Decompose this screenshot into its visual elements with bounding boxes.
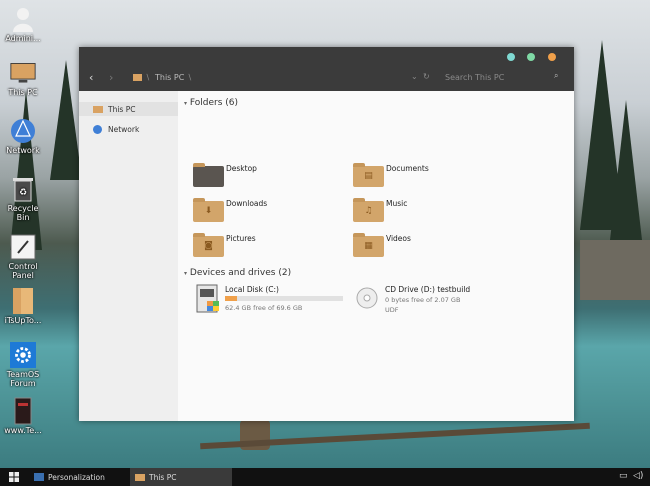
drive-label: CD Drive (D:) testbuild [385,285,471,294]
rock-cliff [580,240,650,300]
folders-section-header[interactable]: ▾ Folders (6) [184,98,238,108]
content-pane: ▾ Folders (6) Desktop ▤ Documents ⬇ Down… [178,91,574,421]
book-icon [10,397,36,425]
desktop-icon-network[interactable]: Network [0,118,46,155]
drive-filesystem: UDF [385,306,399,314]
desktop-icon-administrator[interactable]: Admini... [0,6,46,43]
desktop-icon-label: Recycle Bin [7,204,39,222]
chevron-down-icon: ▾ [184,100,188,107]
folder-label: Documents [386,164,429,173]
breadcrumb-separator-icon: ∖ [145,73,151,82]
desktop-icon-www[interactable]: www.Te... [0,397,46,435]
desktop-icon-label: Control Panel [8,262,38,280]
folder-videos[interactable]: ▦ Videos [353,233,513,259]
svg-text:♻: ♻ [19,188,27,198]
document-icon [10,288,36,314]
folder-desktop[interactable]: Desktop [193,163,353,189]
search-input[interactable]: Search This PC [445,73,504,82]
computer-icon [10,60,36,86]
nav-item-this-pc[interactable]: This PC [79,102,178,116]
window-titlebar[interactable] [79,47,574,66]
taskbar-item-label: Personalization [48,472,105,482]
volume-icon[interactable]: ◁) [633,471,643,481]
window-dot-icon[interactable] [507,53,515,61]
taskbar: Personalization This PC ▭ ◁) [0,468,650,486]
folder-downloads[interactable]: ⬇ Downloads [193,198,353,224]
download-arrow-icon: ⬇ [204,206,213,216]
hard-drive-icon [196,284,222,314]
network-icon [93,124,102,134]
nav-item-label: This PC [108,104,136,114]
back-arrow-icon[interactable]: ‹ [89,71,93,84]
folder-pictures[interactable]: ◙ Pictures [193,233,353,259]
folder-label: Downloads [226,199,268,208]
section-title: Folders (6) [189,98,239,108]
navigation-pane: This PC Network [79,91,178,421]
nav-item-label: Network [108,124,140,134]
desktop-icon-recycle-bin[interactable]: ♻ Recycle Bin [0,176,46,222]
drive-free-space: 0 bytes free of 2.07 GB [385,296,461,304]
taskbar-item-personalization[interactable]: Personalization [29,468,127,486]
folder-documents[interactable]: ▤ Documents [353,163,513,189]
breadcrumb[interactable]: This PC [155,73,184,82]
desktop-icon-itsupto[interactable]: iTsUpTo... [0,288,46,325]
start-button[interactable] [9,472,19,482]
control-panel-icon [10,234,36,260]
drive-label: Local Disk (C:) [225,285,279,294]
refresh-icon[interactable]: ↻ [423,72,430,81]
film-icon: ▦ [364,241,373,251]
camera-icon: ◙ [204,241,213,251]
desktop-icon-teamos-forum[interactable]: TeamOS Forum [0,342,46,388]
drive-usage-bar [225,296,343,301]
personalization-icon [34,473,44,481]
drive-local-disk[interactable]: Local Disk (C:) 62.4 GB free of 69.6 GB [196,284,356,318]
section-title: Devices and drives (2) [189,268,292,278]
taskbar-item-this-pc[interactable]: This PC [130,468,232,486]
document-glyph-icon: ▤ [364,171,373,181]
desktop-icon-label: www.Te... [4,426,42,435]
folder-label: Desktop [226,164,257,173]
taskbar-item-label: This PC [149,472,177,482]
drive-cd[interactable]: CD Drive (D:) testbuild 0 bytes free of … [356,284,516,324]
cd-drive-icon [356,287,378,309]
drives-section-header[interactable]: ▾ Devices and drives (2) [184,268,291,278]
computer-icon [135,473,145,481]
folder-label: Videos [386,234,411,243]
explorer-window: ‹ › ∖ This PC ∖ ⌄ ↻ Search This PC ⌕ Thi… [79,47,574,421]
close-icon[interactable] [548,53,556,61]
chevron-down-icon: ▾ [184,270,188,277]
desktop-icon-label: Network [6,146,40,155]
windows-logo-icon [9,472,19,482]
window-toolbar: ‹ › ∖ This PC ∖ ⌄ ↻ Search This PC ⌕ [79,66,574,91]
network-icon [10,118,36,144]
nav-item-network[interactable]: Network [79,122,178,136]
computer-icon [93,105,103,113]
desktop-icon-control-panel[interactable]: Control Panel [0,234,46,280]
desktop-icon-label: This PC [8,88,38,97]
desktop-icon-label: TeamOS Forum [6,370,40,388]
desktop-icon-label: Admini... [5,34,41,43]
drive-usage-fill [225,296,237,301]
gear-icon [10,342,36,368]
folder-music[interactable]: ♫ Music [353,198,513,224]
folder-label: Pictures [226,234,256,243]
music-note-icon: ♫ [364,206,373,216]
user-icon [10,6,36,32]
search-icon[interactable]: ⌕ [554,71,558,81]
desktop-icon-this-pc[interactable]: This PC [0,60,46,97]
desktop-folder-icon [193,163,224,187]
desktop-icon-label: iTsUpTo... [4,316,42,325]
chevron-down-icon[interactable]: ⌄ [411,72,418,81]
computer-icon [133,74,142,81]
window-dot-icon[interactable] [527,53,535,61]
drive-free-space: 62.4 GB free of 69.6 GB [225,304,303,312]
network-tray-icon[interactable]: ▭ [619,471,628,481]
folder-label: Music [386,199,408,208]
breadcrumb-separator-icon: ∖ [187,73,193,82]
recycle-bin-icon: ♻ [10,176,36,202]
forward-arrow-icon[interactable]: › [109,71,113,84]
